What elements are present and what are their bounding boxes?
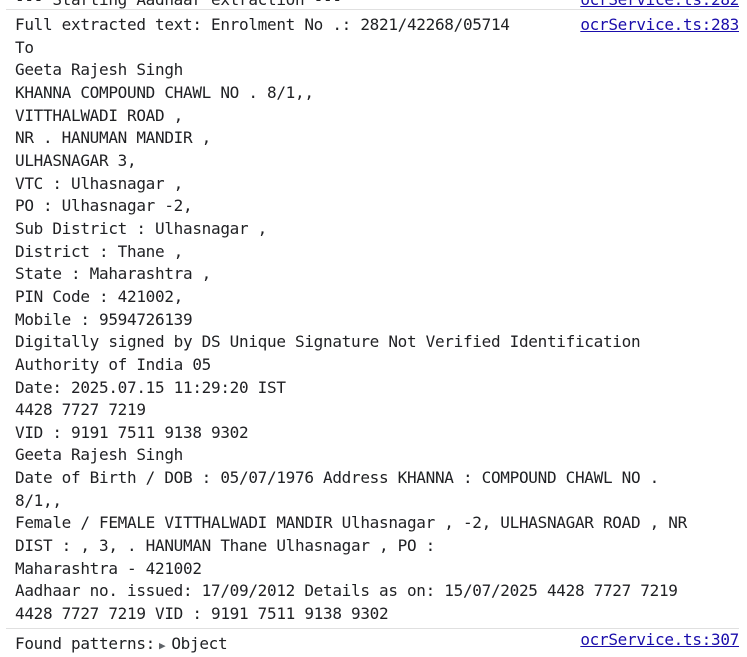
source-link[interactable]: ocrService.ts:307: [574, 628, 739, 652]
source-link[interactable]: ocrService.ts:282: [574, 0, 739, 9]
console-message-label: Found patterns:: [15, 633, 155, 653]
source-link[interactable]: ocrService.ts:283: [574, 14, 739, 37]
object-preview[interactable]: Object: [171, 634, 227, 653]
console-message: Found patterns: ▶ Object ocrService.ts:307: [6, 628, 739, 657]
console-message: Full extracted text: Enrolment No .: 282…: [6, 10, 739, 629]
console-message: --- Starting Aadhaar extraction --- ocrS…: [6, 0, 739, 10]
console-panel: --- Starting Aadhaar extraction --- ocrS…: [0, 0, 747, 657]
console-message-text: Full extracted text: Enrolment No .: 282…: [15, 15, 687, 624]
